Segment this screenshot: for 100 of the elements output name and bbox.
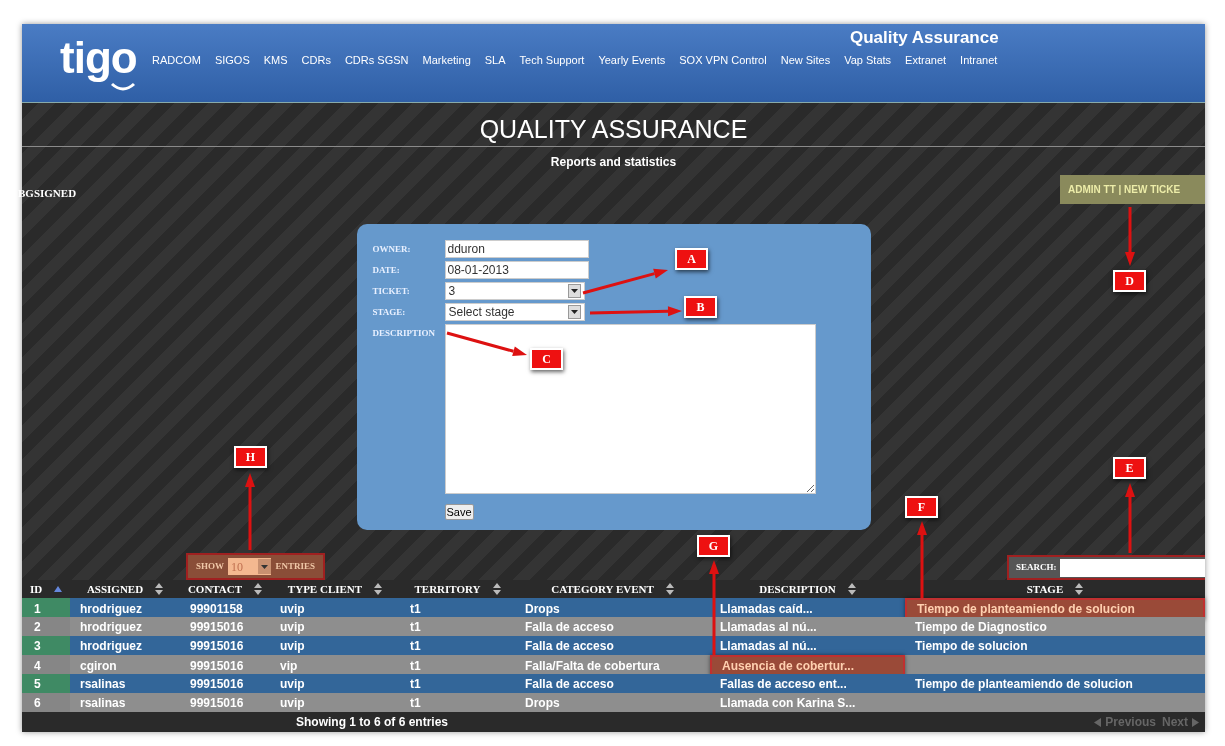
nav-link[interactable]: New Sites — [780, 52, 831, 69]
callout-label: H — [234, 446, 267, 468]
table-cell-text: t1 — [409, 675, 422, 693]
table-cell: Tiempo de planteamiendo de solucion — [905, 598, 1205, 620]
nav-link[interactable]: Intranet — [960, 52, 998, 69]
table-cell: 1 — [22, 598, 70, 620]
table-cell-text: Falla de acceso — [524, 637, 615, 655]
nav-link[interactable]: CDRs SGSN — [344, 52, 409, 69]
column-header[interactable]: CONTACT — [180, 580, 270, 598]
input-field[interactable]: dduron — [444, 240, 589, 258]
table-cell-text: t1 — [409, 637, 422, 655]
nav-link[interactable]: SIGOS — [214, 52, 250, 69]
field-label: STAGE: — [372, 306, 407, 319]
nav-link[interactable]: Extranet — [905, 52, 947, 69]
table-cell-text: 99915016 — [189, 658, 245, 675]
table-cell-text: uvip — [279, 694, 306, 712]
table-cell: 5 — [22, 674, 70, 693]
search-label: SEARCH: — [1016, 560, 1057, 574]
table-cell-text: vip — [279, 658, 299, 675]
select-field[interactable]: Select stage — [444, 303, 585, 321]
search-field[interactable] — [1059, 558, 1205, 577]
table-cell-text: Falla/Falta de cobertura — [524, 658, 661, 675]
table-cell-text: uvip — [279, 675, 306, 693]
callout-label: B — [684, 296, 717, 318]
entries-label: ENTRIES — [275, 559, 315, 573]
logo: tigo — [60, 36, 137, 80]
table-cell: 2 — [22, 617, 70, 636]
table-cell-text: uvip — [279, 601, 306, 618]
table-cell-text: Llamadas al nú... — [719, 637, 818, 655]
table-cell-text: hrodriguez — [79, 601, 143, 618]
page-subtitle: Reports and statistics — [550, 154, 677, 171]
callout-label: E — [1113, 457, 1146, 479]
nav-link[interactable]: SOX VPN Control — [679, 52, 767, 69]
column-header[interactable]: ASSIGNED — [70, 580, 180, 598]
column-header[interactable]: ID — [22, 580, 70, 598]
table-cell-text: cgiron — [79, 658, 118, 675]
nav-link[interactable]: Marketing — [422, 52, 471, 69]
table-cell-text: hrodriguez — [79, 618, 143, 636]
caret-icon — [261, 564, 269, 569]
description-field[interactable] — [444, 324, 816, 494]
table-cell-text: 99915016 — [189, 675, 245, 693]
table-cell-text: t1 — [409, 618, 422, 636]
table-cell-text: 99915016 — [189, 694, 245, 712]
table-cell-text: Tiempo de Diagnostico — [914, 618, 1048, 636]
table-cell: 6 — [22, 693, 70, 712]
field-label: TICKET: — [372, 285, 411, 298]
input-field[interactable]: 08-01-2013 — [444, 261, 589, 279]
table-cell-text: t1 — [409, 658, 422, 675]
left-triangle-icon — [1094, 717, 1102, 727]
column-header[interactable]: CATEGORY EVENT — [515, 580, 710, 598]
column-header[interactable]: DESCRIPTION — [710, 580, 905, 598]
table-cell-text: Llamadas al nú... — [719, 618, 818, 636]
table-cell: 3 — [22, 636, 70, 655]
select-field[interactable]: 3 — [444, 282, 585, 300]
table-cell-text: 99901158 — [189, 601, 244, 618]
caret-icon — [570, 310, 578, 314]
table-cell-text: uvip — [279, 637, 306, 655]
column-header[interactable]: TERRITORY — [400, 580, 515, 598]
column-header[interactable]: TYPE CLIENT — [270, 580, 400, 598]
nav-link[interactable]: Tech Support — [519, 52, 585, 69]
field-label: OWNER: — [372, 243, 412, 256]
table-cell-text: uvip — [279, 618, 306, 636]
save-button[interactable]: Save — [444, 504, 474, 520]
callout-label: G — [697, 535, 730, 557]
field-label: DESCRIPTION — [372, 327, 436, 340]
table-cell: 4 — [22, 655, 70, 677]
callout-label: C — [530, 348, 563, 370]
table-cell-text: Llamada con Karina S... — [719, 694, 857, 712]
table-cell-text: Falla de acceso — [524, 618, 615, 636]
nav-link[interactable]: Vap Stats — [844, 52, 892, 69]
callout-label: D — [1113, 270, 1146, 292]
caret-icon — [570, 289, 578, 293]
smile-icon — [110, 82, 136, 92]
table-info: Showing 1 to 6 of 6 entries — [296, 714, 449, 731]
table-cell-text: hrodriguez — [79, 637, 143, 655]
callout-label: F — [905, 496, 938, 518]
table-cell-text: 99915016 — [189, 618, 245, 636]
nav-link[interactable]: KMS — [263, 52, 288, 69]
column-header[interactable]: STAGE — [905, 580, 1205, 598]
table-cell-text: rsalinas — [79, 675, 127, 693]
site-title: Quality Assurance — [850, 27, 999, 49]
callout-arrow — [1125, 207, 1135, 266]
right-triangle-icon — [1192, 717, 1199, 727]
callout-arrow — [1125, 483, 1135, 553]
table-cell-text: Drops — [524, 601, 561, 618]
table-cell-text: Tiempo de planteamiendo de solucion — [914, 675, 1134, 693]
callout-label: A — [675, 248, 708, 270]
admin-links[interactable]: ADMIN TT | NEW TICKE — [1060, 175, 1205, 204]
table-cell-text: t1 — [409, 694, 422, 712]
nav-link[interactable]: RADCOM — [152, 52, 201, 69]
nav-link[interactable]: CDRs — [301, 52, 331, 69]
page-title: QUALITY ASSURANCE — [479, 117, 748, 142]
show-label: SHOW — [196, 559, 224, 573]
table-cell-text: Llamadas caíd... — [719, 601, 814, 618]
table-cell-text: Fallas de acceso ent... — [719, 675, 848, 693]
nav-link[interactable]: Yearly Events — [598, 52, 666, 69]
table-cell-text: Tiempo de solucion — [914, 637, 1029, 655]
table-cell-text: t1 — [409, 601, 422, 618]
nav-link[interactable]: SLA — [484, 52, 506, 69]
field-label: DATE: — [372, 264, 401, 277]
